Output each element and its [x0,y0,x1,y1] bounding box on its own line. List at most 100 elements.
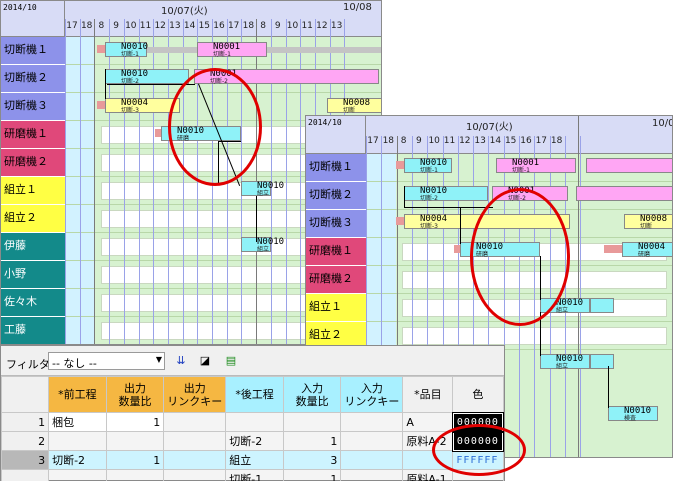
prev-process-cell[interactable]: 切断-2 [48,450,107,470]
in-ratio-cell[interactable] [282,412,342,432]
color-cell[interactable]: FFFFFF [452,450,504,470]
prev-process-cell[interactable] [48,431,107,451]
hour-gridline [109,19,111,344]
prev-process-cell[interactable]: 梱包 [48,412,107,432]
out-ratio-cell[interactable] [105,431,165,451]
filter-value: -- なし -- [52,357,97,370]
next-process-cell[interactable]: 組立 [225,450,284,470]
resource-row-label[interactable]: 組立１ [306,294,366,322]
in-link-key-cell[interactable] [340,431,404,451]
resource-row-label[interactable]: 研磨機１ [306,238,366,266]
next-process-cell[interactable]: 切断-1 [225,469,284,481]
job-bar[interactable] [576,186,672,201]
item-cell[interactable]: A [402,412,454,432]
out-link-key-cell[interactable] [163,450,227,470]
color-cell[interactable]: 000000 [451,411,505,433]
next-process-cell[interactable] [225,412,284,432]
item-cell[interactable]: 原料A-2 [402,431,454,451]
out-ratio-cell[interactable]: 1 [105,450,165,470]
out-link-key-cell[interactable] [163,412,227,432]
table-row[interactable]: 1 梱包 1 A 000000 [0,411,505,433]
setup-bar [97,45,105,53]
table-row[interactable]: 3 切断-2 1 組立 3 FFFFFF [0,450,504,470]
row-number[interactable]: 2 [0,431,50,451]
resource-row-label[interactable]: 切断機２ [1,65,65,93]
resource-row-label[interactable]: 切断機３ [306,210,366,238]
table-row[interactable]: 2 切断-2 1 原料A-2 000000 [0,430,505,452]
column-header[interactable]: 色 [452,376,504,413]
process-link-grid: フィルタ -- なし -- ▼ ⇊ ◪ ▤ *前工程 出力 数量比 出力 リンクキー… [0,345,505,481]
resource-row-label[interactable]: 切断機３ [1,93,65,121]
color-toggle-icon[interactable]: ◪ [197,353,213,369]
hour-gridline [123,19,125,344]
prev-process-cell[interactable] [48,469,107,481]
table-row[interactable]: 切断-1 1 原料A-1 [0,469,504,481]
filter-label: フィルタ [6,358,50,371]
in-link-key-cell[interactable] [340,469,404,481]
resource-row-label[interactable]: 切断機１ [1,37,65,65]
column-header[interactable]: 入力 数量比 [282,376,342,413]
link-line [608,366,609,408]
link-line [218,141,219,185]
resource-row-label[interactable]: 組立２ [1,205,65,233]
job-process: 切断-2 [508,195,526,202]
out-link-key-cell[interactable] [163,431,227,451]
hour-gridline [153,19,155,344]
item-cell[interactable]: 原料A-1 [402,469,454,481]
header-text: *前工程 [58,388,97,401]
next-process-cell[interactable]: 切断-2 [225,431,284,451]
settings-icon[interactable]: ▤ [223,353,239,369]
out-link-key-cell[interactable] [163,469,227,481]
color-cell[interactable]: 000000 [451,430,505,452]
hour-gridline [534,136,536,457]
resource-row-label[interactable]: 組立１ [1,177,65,205]
resource-row-label[interactable]: 切断機１ [306,154,366,182]
job-bar[interactable] [590,354,614,369]
resource-row-label[interactable]: 伊藤 [1,233,65,261]
header-text: 数量比 [118,394,152,408]
column-header[interactable]: *品目 [402,376,454,413]
row-number[interactable] [0,469,50,481]
job-process: 研磨 [638,251,651,258]
hour-gridline [226,19,228,344]
in-ratio-cell[interactable]: 3 [282,450,342,470]
resource-row-label[interactable]: 切断機２ [306,182,366,210]
column-header[interactable]: 出力 リンクキー [163,376,227,413]
in-link-key-cell[interactable] [340,412,404,432]
setup-bar [396,217,404,225]
resource-row-label[interactable]: 研磨機２ [1,149,65,177]
link-line [404,186,405,208]
job-bar[interactable] [586,158,672,173]
link-line [405,207,493,208]
column-header[interactable]: 出力 数量比 [105,376,165,413]
job-process: 組立 [556,363,569,370]
link-line [460,208,461,244]
in-ratio-cell[interactable]: 1 [282,431,342,451]
header-text: 入力 [301,381,324,395]
row-number[interactable]: 1 [0,412,50,432]
color-cell[interactable] [452,469,504,481]
filter-dropdown[interactable]: -- なし -- ▼ [48,352,165,370]
resource-row-label[interactable]: 工藤 [1,317,65,344]
column-header[interactable]: 入力 リンクキー [340,376,404,413]
job-process: 研磨 [177,135,190,142]
item-cell[interactable] [402,450,454,470]
resource-row-label[interactable]: 研磨機２ [306,266,366,294]
resource-row-label[interactable]: 研磨機１ [1,121,65,149]
in-ratio-cell[interactable]: 1 [282,469,342,481]
hour-gridline [167,19,169,344]
setup-bar [604,245,622,253]
job-process: 検査 [624,415,637,422]
job-bar[interactable] [590,298,614,313]
column-header[interactable]: *後工程 [225,376,284,413]
resource-row-label[interactable]: 佐々木 [1,289,65,317]
row-number[interactable]: 3 [0,450,50,470]
in-link-key-cell[interactable] [340,450,404,470]
setup-bar [396,161,404,169]
expand-all-icon[interactable]: ⇊ [173,353,189,369]
out-ratio-cell[interactable] [105,469,165,481]
column-header[interactable]: *前工程 [48,376,107,413]
resource-row-label[interactable]: 小野 [1,261,65,289]
job-process: 切断-1 [213,51,231,58]
out-ratio-cell[interactable]: 1 [105,412,165,432]
